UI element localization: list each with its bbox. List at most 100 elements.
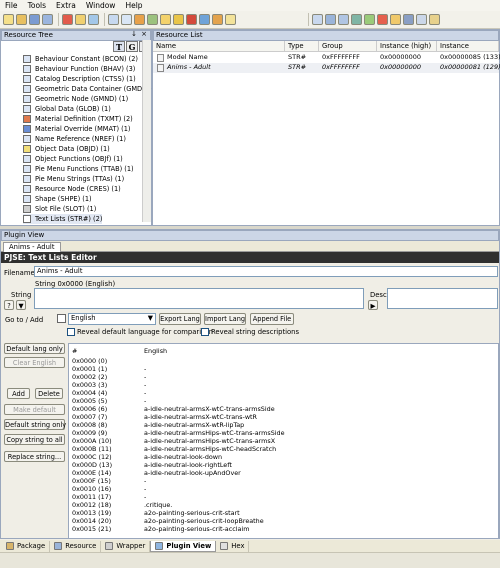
reveal-default-checkbox[interactable] — [67, 328, 75, 336]
default-lang-only-button[interactable]: Default lang only — [4, 343, 65, 354]
copy-icon[interactable] — [108, 14, 119, 25]
search-icon[interactable] — [57, 314, 66, 323]
tree-item-bcon[interactable]: Behaviour Constant (BCON) (2) — [23, 54, 138, 64]
resource-row-selected[interactable]: Anims - Adult STR# 0xFFFFFFFF 0x00000000… — [153, 63, 500, 73]
table-row[interactable]: 0x0009 (9) a-idle-neutral-armsHips-wtC-tr… — [69, 429, 489, 437]
replace-icon[interactable] — [160, 14, 171, 25]
desc-field[interactable] — [387, 288, 498, 309]
hex-icon[interactable] — [403, 14, 414, 25]
default-string-only-button[interactable]: Default string only — [4, 419, 66, 430]
table-row[interactable]: 0x0007 (7) a-idle-neutral-armsX-wtC-trans… — [69, 413, 489, 421]
tree-item-slot[interactable]: Slot File (SLOT) (1) — [23, 204, 96, 214]
lamp-icon[interactable] — [173, 14, 184, 25]
tree-item-nref[interactable]: Name Reference (NREF) (1) — [23, 134, 126, 144]
tree-item-cres[interactable]: Resource Node (CRES) (1) — [23, 184, 121, 194]
filename-field[interactable]: Anims - Adult — [34, 266, 498, 277]
tree-item-objf[interactable]: Object Functions (OBJf) (1) — [23, 154, 123, 164]
table-row[interactable]: 0x0012 (18) .critique. — [69, 501, 489, 509]
delete-button[interactable]: Delete — [35, 388, 63, 399]
clear-english-button[interactable]: Clear English — [4, 357, 65, 368]
tree-item-shpe[interactable]: Shape (SHPE) (1) — [23, 194, 92, 204]
table-row[interactable]: 0x0001 (1) - — [69, 365, 489, 373]
tree-item-txmt[interactable]: Material Definition (TXMT) (2) — [23, 114, 133, 124]
reveal-desc-checkbox[interactable] — [201, 328, 209, 336]
clipboard-icon[interactable] — [88, 14, 99, 25]
language-select[interactable]: English ▼ — [68, 313, 156, 325]
tree-view-group-button[interactable]: G — [126, 41, 138, 52]
tree-item-ctss[interactable]: Catalog Description (CTSS) (1) — [23, 74, 136, 84]
wrench-icon[interactable] — [212, 14, 223, 25]
tab-resource[interactable]: Resource — [50, 540, 102, 552]
string-value-field[interactable] — [34, 288, 364, 309]
tree-view-type-button[interactable]: T — [113, 41, 125, 52]
globe-icon[interactable] — [199, 14, 210, 25]
export-icon[interactable] — [134, 14, 145, 25]
column-header-group[interactable]: Group — [319, 41, 377, 52]
string-arrow-down-icon[interactable]: ▼ — [16, 300, 26, 310]
tree-item-mmat[interactable]: Material Override (MMAT) (1) — [23, 124, 131, 134]
close-file-icon[interactable] — [62, 14, 73, 25]
grid-icon[interactable] — [416, 14, 427, 25]
tree-item-gmdc[interactable]: Geometric Data Container (GMDC) (1) — [23, 84, 161, 94]
table-row[interactable]: 0x0005 (5) - — [69, 397, 489, 405]
string-expand-icon[interactable]: ? — [4, 300, 14, 310]
tree-item-ttab[interactable]: Pie Menu Functions (TTAB) (1) — [23, 164, 134, 174]
table-row[interactable]: 0x0004 (4) - — [69, 389, 489, 397]
table-row[interactable]: 0x0000 (0) — [69, 357, 489, 365]
tree-item-objd[interactable]: Object Data (OBJD) (1) — [23, 144, 110, 154]
menu-extra[interactable]: Extra — [51, 1, 81, 10]
tool-icon[interactable] — [186, 14, 197, 25]
table-row[interactable]: 0x0011 (17) - — [69, 493, 489, 501]
make-default-button[interactable]: Make default — [4, 404, 65, 415]
tree-item-ttas[interactable]: Pie Menu Strings (TTAs) (1) — [23, 174, 124, 184]
tab-anims-adult[interactable]: Anims - Adult — [3, 242, 61, 252]
table-row[interactable]: 0x0015 (21) a2o-painting-serious-crit-acc… — [69, 525, 489, 533]
sort-icon[interactable] — [351, 14, 362, 25]
table-row[interactable]: 0x000E (14) a-idle-neutral-look-upAndOver — [69, 469, 489, 477]
table-row[interactable]: 0x000C (12) a-idle-neutral-look-down — [69, 453, 489, 461]
column-header-type[interactable]: Type — [285, 41, 319, 52]
import-icon[interactable] — [147, 14, 158, 25]
tab-package[interactable]: Package — [2, 540, 51, 552]
desc-arrow-right-icon[interactable]: ▶ — [368, 300, 378, 310]
table-row[interactable]: 0x0006 (6) a-idle-neutral-armsX-wtC-trans… — [69, 405, 489, 413]
tree-scrollbar[interactable] — [142, 40, 151, 222]
open-icon[interactable] — [16, 14, 27, 25]
folder-icon[interactable] — [75, 14, 86, 25]
tree-item-gmnd[interactable]: Geometric Node (GMND) (1) — [23, 94, 128, 104]
table-row[interactable]: 0x0010 (16) - — [69, 485, 489, 493]
column-header-name[interactable]: Name — [153, 41, 285, 52]
tree-item-str-selected[interactable]: Text Lists (STR#) (2) — [23, 214, 103, 224]
replace-string-button[interactable]: Replace string... — [4, 451, 65, 462]
note-icon[interactable] — [429, 14, 440, 25]
column-header-instance-high[interactable]: Instance (high) — [377, 41, 437, 52]
props-icon[interactable] — [325, 14, 336, 25]
view-icon[interactable] — [312, 14, 323, 25]
delete-icon[interactable] — [377, 14, 388, 25]
new-icon[interactable] — [3, 14, 14, 25]
table-row[interactable]: 0x000B (11) a-idle-neutral-armsHips-wtC-h… — [69, 445, 489, 453]
table-row[interactable]: 0x0008 (8) a-idle-neutral-armsX-wtR-lipTa… — [69, 421, 489, 429]
menu-tools[interactable]: Tools — [23, 1, 51, 10]
pin-icon[interactable]: ↓ — [131, 30, 137, 39]
table-row[interactable]: 0x000F (15) - — [69, 477, 489, 485]
menu-window[interactable]: Window — [81, 1, 121, 10]
list-icon[interactable] — [338, 14, 349, 25]
tab-wrapper[interactable]: Wrapper — [101, 540, 151, 552]
tab-plugin-view[interactable]: Plugin View — [150, 540, 217, 552]
bookmark-icon[interactable] — [390, 14, 401, 25]
import-lang-button[interactable]: Import Lang — [204, 313, 246, 325]
tree-item-bhav[interactable]: Behaviour Function (BHAV) (3) — [23, 64, 135, 74]
tree-item-glob[interactable]: Global Data (GLOB) (1) — [23, 104, 111, 114]
menu-help[interactable]: Help — [120, 1, 147, 10]
export-lang-button[interactable]: Export Lang — [159, 313, 201, 325]
menu-file[interactable]: File — [0, 1, 23, 10]
tab-hex[interactable]: Hex — [216, 540, 250, 552]
table-row[interactable]: 0x000A (10) a-idle-neutral-armsHips-wtC-t… — [69, 437, 489, 445]
append-file-button[interactable]: Append File — [250, 313, 294, 325]
save-all-icon[interactable] — [42, 14, 53, 25]
table-row[interactable]: 0x000D (13) a-idle-neutral-look-rightLeft — [69, 461, 489, 469]
check-icon[interactable] — [364, 14, 375, 25]
close-icon[interactable]: × — [141, 30, 147, 39]
table-row[interactable]: 0x0003 (3) - — [69, 381, 489, 389]
